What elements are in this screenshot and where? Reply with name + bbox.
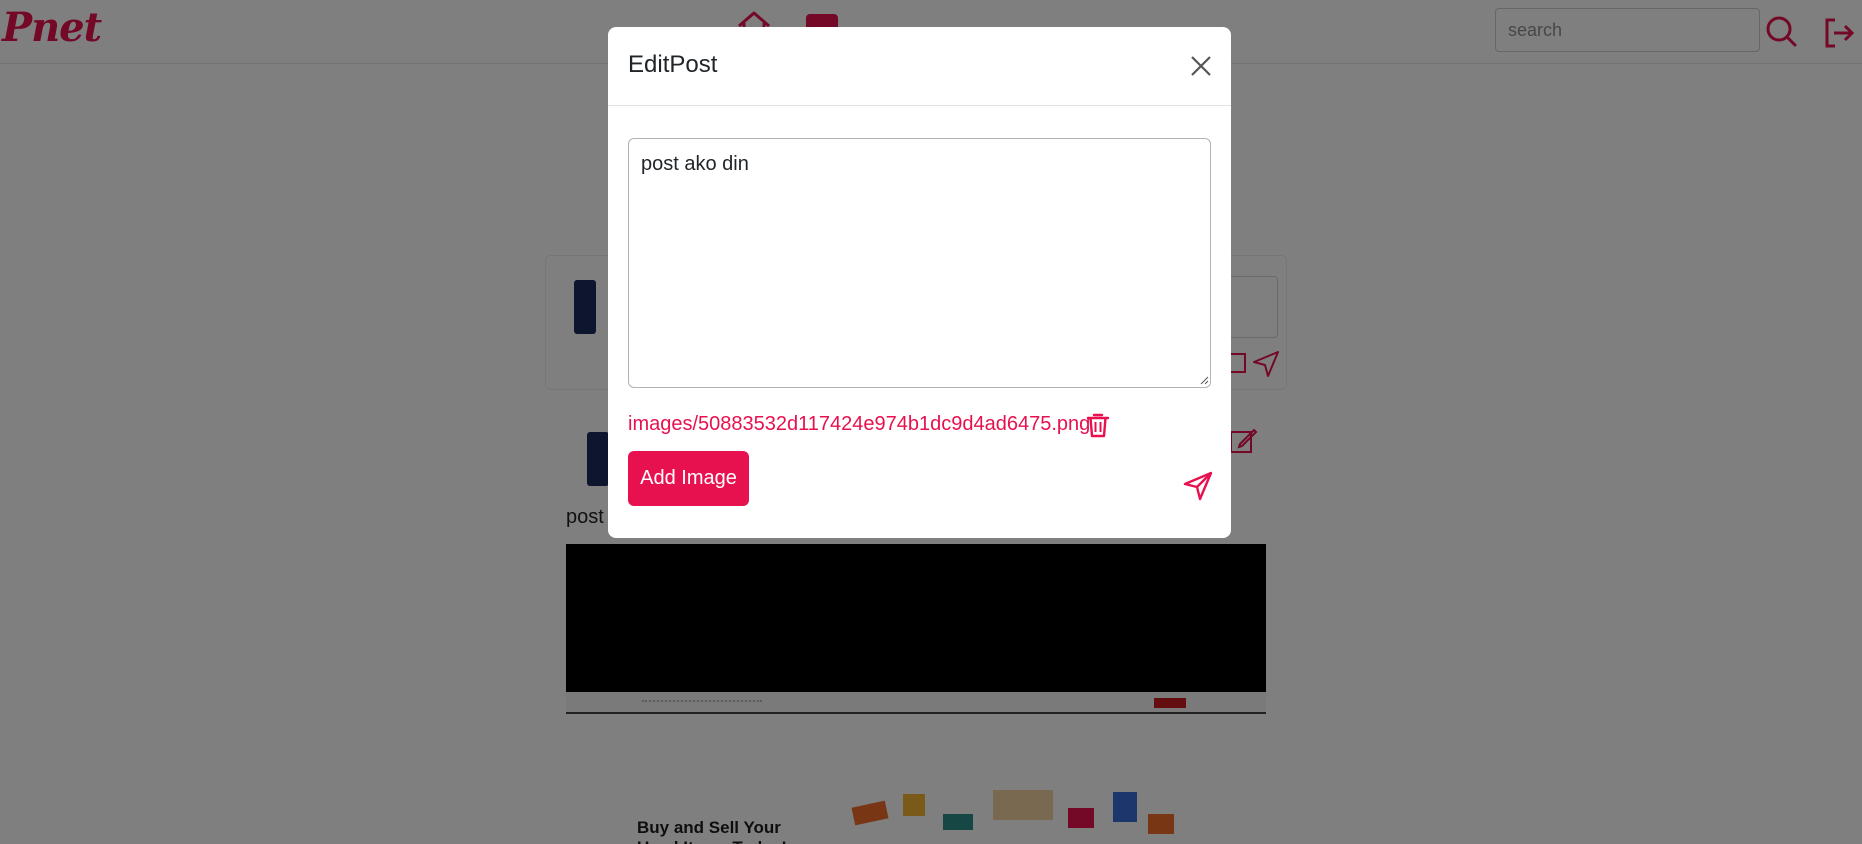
close-button[interactable] xyxy=(1184,49,1218,83)
post-content-textarea[interactable]: post ako din xyxy=(628,138,1211,388)
edit-post-modal: EditPost post ako din images/50883532d11… xyxy=(608,27,1231,538)
modal-header: EditPost xyxy=(608,27,1231,106)
modal-title: EditPost xyxy=(628,51,718,78)
attached-image-path: images/50883532d117424e974b1dc9d4ad6475.… xyxy=(628,413,1091,435)
close-icon xyxy=(1191,56,1211,76)
add-image-button[interactable]: Add Image xyxy=(628,451,749,506)
send-icon[interactable] xyxy=(1183,471,1213,501)
resize-handle-icon[interactable] xyxy=(1200,376,1209,385)
trash-icon[interactable] xyxy=(1086,412,1110,438)
